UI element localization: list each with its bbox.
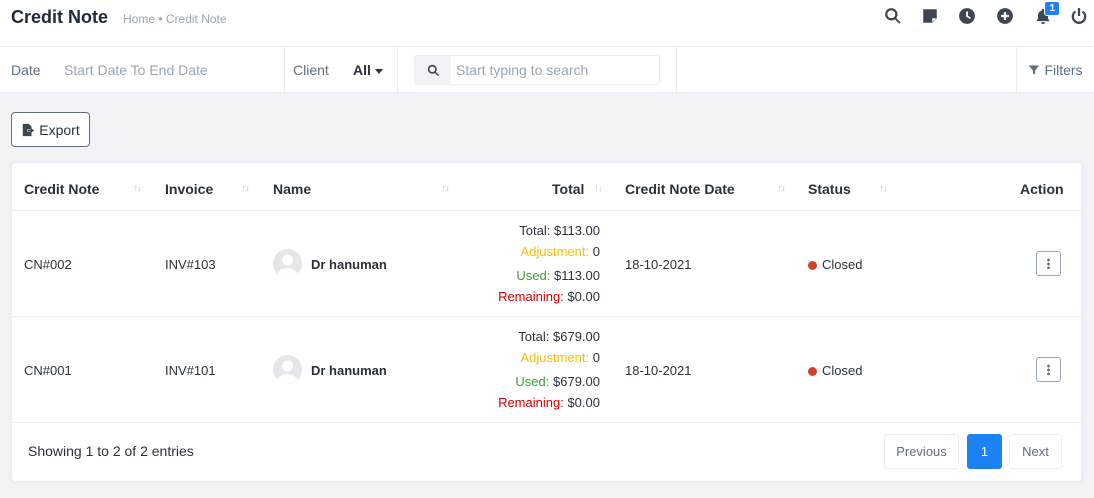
adjustment-label: Adjustment:: [520, 244, 590, 259]
used-value: $113.00: [553, 268, 600, 283]
column-header-total[interactable]: Total: [552, 181, 584, 197]
status-text: Closed: [822, 363, 863, 378]
avatar: [273, 249, 302, 278]
credit-note-number[interactable]: CN#002: [24, 257, 72, 272]
column-header-status[interactable]: Status: [808, 181, 851, 197]
search-filter: [398, 47, 677, 93]
client-label: Client: [293, 62, 329, 78]
adjustment-label: Adjustment:: [520, 350, 590, 365]
row-actions-button[interactable]: [1036, 357, 1061, 382]
invoice-number[interactable]: INV#101: [165, 363, 216, 378]
row-actions-button[interactable]: [1036, 251, 1061, 276]
search-icon[interactable]: [883, 6, 903, 26]
credit-note-date: 18-10-2021: [625, 257, 692, 272]
filters-label: Filters: [1044, 62, 1083, 78]
page-title: Credit Note: [11, 7, 109, 27]
sticky-note-icon[interactable]: [920, 6, 940, 26]
dots-vertical-icon: [1047, 364, 1050, 375]
pagination-info: Showing 1 to 2 of 2 entries: [28, 443, 194, 459]
filter-bar: Date Start Date To End Date Client All F…: [0, 47, 1094, 93]
filter-icon: [1029, 65, 1040, 75]
date-filter[interactable]: Date Start Date To End Date: [0, 47, 285, 93]
top-bar: Credit Note Home • Credit Note 1: [0, 0, 1094, 47]
credit-note-date: 18-10-2021: [625, 363, 692, 378]
file-export-icon: [23, 123, 35, 136]
total-breakdown: Total: $679.00 Adjustment: 0 Used: $679.…: [498, 326, 600, 413]
sort-icon[interactable]: ↑↓: [777, 183, 786, 194]
used-value: $679.00: [553, 374, 600, 389]
status-dot-icon: [808, 367, 817, 376]
page-1-button[interactable]: 1: [967, 434, 1002, 469]
avatar: [273, 355, 302, 384]
invoice-number[interactable]: INV#103: [165, 257, 216, 272]
client-select-value: All: [353, 62, 371, 78]
remaining-label: Remaining:: [498, 395, 564, 410]
adjustment-value: 0: [592, 350, 600, 365]
sort-icon[interactable]: ↑↓: [879, 183, 888, 194]
remaining-label: Remaining:: [498, 289, 564, 304]
adjustment-value: 0: [592, 244, 600, 259]
dots-vertical-icon: [1047, 258, 1050, 269]
previous-page-button[interactable]: Previous: [884, 434, 959, 469]
status-text: Closed: [822, 257, 863, 272]
breadcrumb[interactable]: Home • Credit Note: [123, 12, 227, 26]
total-value: $679.00: [553, 329, 600, 344]
caret-down-icon: [374, 68, 383, 74]
credit-note-table: Credit Note ↑↓ Invoice ↑↓ Name ↑↓ Total …: [11, 162, 1082, 482]
total-value: $113.00: [553, 223, 600, 238]
table-row: CN#001 INV#101 Dr hanuman Total: $679.00…: [12, 317, 1081, 423]
client-filter: Client All: [285, 47, 398, 93]
date-label: Date: [11, 62, 41, 78]
column-header-credit-note-date[interactable]: Credit Note Date: [625, 181, 735, 197]
filters-button[interactable]: Filters: [1016, 47, 1094, 93]
client-name[interactable]: Dr hanuman: [311, 363, 387, 378]
table-row: CN#002 INV#103 Dr hanuman Total: $113.00…: [12, 211, 1081, 317]
credit-note-number[interactable]: CN#001: [24, 363, 72, 378]
column-header-invoice[interactable]: Invoice: [165, 181, 213, 197]
status-badge: Closed: [808, 257, 862, 272]
column-header-name[interactable]: Name: [273, 181, 311, 197]
sort-icon[interactable]: ↑↓: [594, 183, 603, 194]
sort-icon[interactable]: ↑↓: [241, 183, 250, 194]
search-icon[interactable]: [415, 56, 451, 84]
power-icon[interactable]: [1069, 6, 1089, 26]
next-page-button[interactable]: Next: [1009, 434, 1062, 469]
export-label: Export: [39, 121, 80, 138]
date-range-input[interactable]: Start Date To End Date: [64, 62, 208, 78]
remaining-value: $0.00: [567, 289, 600, 304]
search-box: [414, 55, 660, 85]
table-header: Credit Note ↑↓ Invoice ↑↓ Name ↑↓ Total …: [12, 163, 1081, 211]
client-name[interactable]: Dr hanuman: [311, 257, 387, 272]
status-badge: Closed: [808, 363, 862, 378]
column-header-action: Action: [1020, 181, 1064, 197]
plus-circle-icon[interactable]: [995, 6, 1015, 26]
total-breakdown: Total: $113.00 Adjustment: 0 Used: $113.…: [498, 220, 600, 307]
notification-badge: 1: [1044, 1, 1060, 16]
export-button[interactable]: Export: [11, 112, 90, 147]
total-label: Total:: [518, 329, 550, 344]
sort-icon[interactable]: ↑↓: [441, 183, 450, 194]
used-label: Used:: [516, 268, 551, 283]
sort-icon[interactable]: ↑↓: [133, 183, 142, 194]
total-label: Total:: [519, 223, 551, 238]
bell-icon[interactable]: 1: [1033, 1, 1060, 26]
client-select[interactable]: All: [353, 62, 383, 78]
used-label: Used:: [515, 374, 550, 389]
clock-icon[interactable]: [957, 6, 977, 26]
status-dot-icon: [808, 261, 817, 270]
remaining-value: $0.00: [567, 395, 600, 410]
column-header-credit-note[interactable]: Credit Note: [24, 181, 99, 197]
search-input[interactable]: [451, 56, 659, 84]
